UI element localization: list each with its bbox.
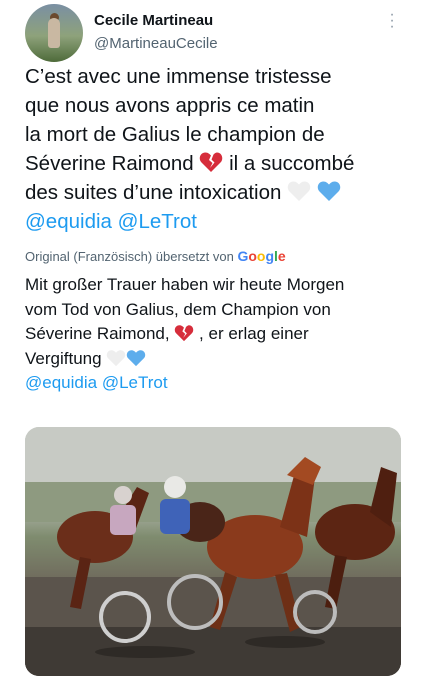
harness-racing-image [25, 427, 401, 676]
tweet-line: il a succombé [229, 152, 355, 175]
tweet-header: Cecile Martineau @MartineauCecile · · · [0, 0, 426, 70]
tweet-line: la mort de Galius le champion de [25, 123, 325, 146]
more-options-icon[interactable]: · · · [386, 7, 398, 35]
broken-heart-emoji [175, 325, 194, 342]
translation-notice-text: Original (Französisch) übersetzt von [25, 249, 234, 264]
tweet-line: que nous avons appris ce matin [25, 94, 315, 117]
author-name[interactable]: Cecile Martineau [94, 12, 213, 29]
avatar[interactable] [25, 4, 83, 62]
blue-heart-emoji [317, 181, 341, 201]
mention-link[interactable]: @LeTrot [102, 373, 168, 392]
translation-line: Séverine Raimond, [25, 324, 170, 343]
translated-text: Mit großer Trauer haben wir heute Morgen… [25, 273, 410, 396]
translation-line: vom Tod von Galius, dem Champion von [25, 299, 331, 319]
tweet-line: Séverine Raimond [25, 152, 194, 175]
white-heart-emoji [107, 349, 126, 366]
translation-line: Vergiftung [25, 348, 102, 368]
tweet-text: C’est avec une immense tristesse que nou… [25, 62, 410, 236]
tweet-line: des suites d’une intoxication [25, 181, 282, 204]
mention-link[interactable]: @equidia [25, 210, 112, 233]
translation-line: , er erlag einer [199, 324, 309, 343]
translation-notice[interactable]: Original (Französisch) übersetzt von Goo… [25, 248, 405, 264]
tweet-media-photo[interactable] [25, 427, 401, 676]
blue-heart-emoji [127, 349, 146, 366]
mention-link[interactable]: @LeTrot [118, 210, 197, 233]
translation-line: Mit großer Trauer haben wir heute Morgen [25, 275, 345, 294]
tweet-line: C’est avec une immense tristesse [25, 65, 332, 88]
white-heart-emoji [287, 181, 311, 201]
mention-link[interactable]: @equidia [25, 373, 97, 392]
author-handle[interactable]: @MartineauCecile [94, 35, 218, 52]
broken-heart-emoji [200, 152, 223, 172]
google-logo: Google [237, 248, 286, 264]
